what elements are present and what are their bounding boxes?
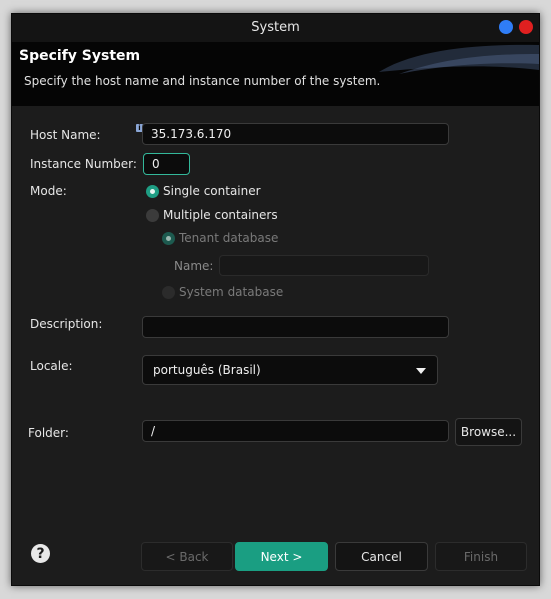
mode-label: Mode: xyxy=(30,184,67,198)
host-name-label: Host Name: xyxy=(30,128,101,142)
locale-label: Locale: xyxy=(30,359,73,373)
title-bar: System xyxy=(12,14,539,42)
radio-checked-icon xyxy=(146,184,159,198)
description-input[interactable] xyxy=(142,316,449,338)
folder-label: Folder: xyxy=(28,426,69,440)
wizard-header: Specify System Specify the host name and… xyxy=(12,42,539,106)
back-button: < Back xyxy=(141,542,233,571)
next-button[interactable]: Next > xyxy=(235,542,328,571)
cancel-button[interactable]: Cancel xyxy=(335,542,428,571)
locale-select[interactable]: português (Brasil) xyxy=(142,355,438,385)
radio-tenant-database: Tenant database xyxy=(162,231,278,245)
host-name-input[interactable] xyxy=(142,123,449,145)
instance-number-label: Instance Number: xyxy=(30,157,137,171)
radio-unchecked-icon xyxy=(146,208,159,222)
instance-number-input[interactable] xyxy=(143,153,190,175)
tenant-name-label: Name: xyxy=(174,259,214,273)
radio-label: Single container xyxy=(163,184,261,198)
close-button[interactable] xyxy=(519,20,533,34)
system-dialog: System Specify System Specify the host n… xyxy=(11,13,540,586)
locale-value: português (Brasil) xyxy=(153,363,261,377)
radio-multiple-containers[interactable]: Multiple containers xyxy=(146,208,278,222)
window-title: System xyxy=(251,20,300,35)
description-label: Description: xyxy=(30,317,103,331)
radio-system-database: System database xyxy=(162,285,283,299)
page-description: Specify the host name and instance numbe… xyxy=(24,74,381,88)
header-banner-art xyxy=(379,44,539,74)
radio-single-container[interactable]: Single container xyxy=(146,184,261,198)
minimize-button[interactable] xyxy=(499,20,513,34)
tenant-name-input xyxy=(219,255,429,276)
browse-button[interactable]: Browse... xyxy=(455,418,522,446)
radio-checked-icon xyxy=(162,231,175,245)
folder-input[interactable] xyxy=(142,420,449,442)
page-title: Specify System xyxy=(19,48,141,64)
chevron-down-icon xyxy=(416,368,426,374)
finish-button: Finish xyxy=(435,542,527,571)
radio-label: System database xyxy=(179,285,284,299)
radio-label: Tenant database xyxy=(179,231,279,245)
radio-label: Multiple containers xyxy=(163,208,278,222)
radio-unchecked-icon xyxy=(162,285,175,299)
help-icon[interactable]: ? xyxy=(31,544,50,563)
